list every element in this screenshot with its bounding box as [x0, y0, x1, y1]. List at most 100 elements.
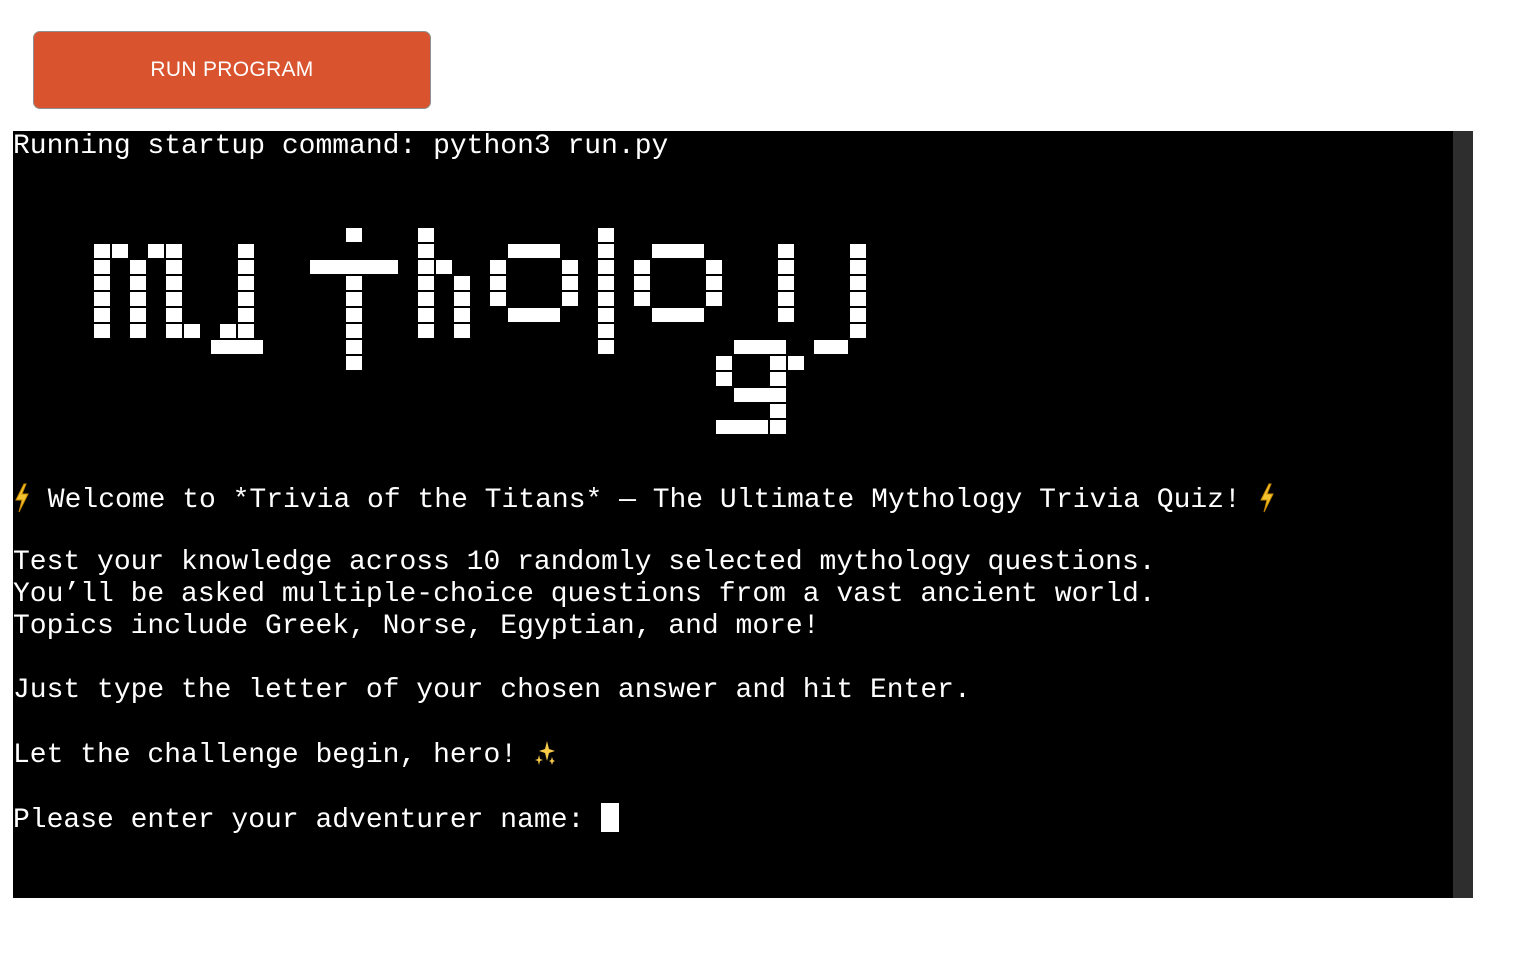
banner-block — [848, 274, 868, 292]
banner-block — [714, 418, 770, 436]
banner-block — [776, 274, 796, 292]
banner-block — [768, 354, 788, 372]
name-prompt-label: Please enter your adventurer name: — [13, 805, 585, 836]
banner-block — [344, 338, 364, 356]
intro-line-2: You’ll be asked multiple-choice question… — [13, 579, 1156, 610]
banner-block — [416, 322, 436, 340]
banner-block — [704, 258, 724, 276]
terminal-window[interactable]: Running startup command: python3 run.py … — [13, 131, 1473, 898]
banner-block — [93, 274, 112, 292]
banner-block — [416, 306, 436, 324]
banner-block — [93, 258, 112, 276]
banner-block — [704, 274, 724, 292]
banner-block — [93, 242, 112, 260]
banner-block — [128, 322, 148, 340]
banner-block — [776, 306, 796, 324]
banner-block — [848, 306, 868, 324]
banner-block — [93, 290, 112, 308]
banner-block — [452, 322, 472, 340]
banner-block — [452, 274, 472, 292]
welcome-line: Welcome to *Trivia of the Titans* — The … — [13, 483, 1276, 516]
welcome-text: Welcome to *Trivia of the Titans* — The … — [31, 485, 1258, 516]
banner-block — [488, 290, 508, 308]
banner-block — [344, 354, 364, 372]
banner-block — [506, 242, 562, 260]
banner-block — [146, 242, 166, 260]
banner-block — [164, 242, 184, 260]
banner-block — [416, 227, 436, 244]
intro-line-1: Test your knowledge across 10 randomly s… — [13, 547, 1156, 578]
banner-block — [209, 338, 265, 356]
run-program-button[interactable]: RUN PROGRAM — [33, 31, 431, 109]
banner-block — [732, 386, 788, 404]
banner-block — [164, 322, 184, 340]
banner-block — [848, 258, 868, 276]
banner-block — [218, 322, 238, 340]
banner-block — [776, 290, 796, 308]
banner-block — [164, 306, 184, 324]
banner-block — [596, 258, 616, 276]
challenge-line: Let the challenge begin, hero! — [13, 739, 556, 771]
banner-block — [182, 322, 202, 340]
banner-block — [732, 338, 788, 356]
banner-block — [596, 290, 616, 308]
banner-block — [768, 418, 788, 436]
banner-block — [128, 274, 148, 292]
banner-block — [344, 290, 364, 308]
mythology-ascii-banner — [93, 227, 868, 436]
banner-block — [128, 290, 148, 308]
banner-block — [488, 258, 508, 276]
banner-block — [416, 242, 436, 260]
banner-block — [704, 290, 724, 308]
startup-command-line: Running startup command: python3 run.py — [13, 131, 669, 162]
banner-block — [164, 258, 184, 276]
banner-block — [236, 242, 256, 260]
banner-block — [164, 290, 184, 308]
lightning-bolt-icon — [15, 483, 29, 513]
banner-block — [632, 290, 652, 308]
banner-block — [596, 322, 616, 340]
banner-block — [786, 354, 806, 372]
banner-block — [596, 306, 616, 324]
banner-block — [776, 258, 796, 276]
banner-block — [596, 242, 616, 260]
challenge-text: Let the challenge begin, hero! — [13, 740, 534, 771]
banner-block — [236, 274, 256, 292]
intro-line-3: Topics include Greek, Norse, Egyptian, a… — [13, 611, 820, 642]
banner-block — [506, 306, 562, 324]
banner-block — [452, 290, 472, 308]
banner-block — [596, 274, 616, 292]
banner-block — [632, 274, 652, 292]
sparkles-icon — [534, 741, 555, 765]
banner-block — [812, 338, 850, 356]
banner-block — [434, 258, 454, 276]
banner-block — [236, 290, 256, 308]
terminal-scrollbar[interactable] — [1453, 131, 1473, 898]
banner-block — [416, 274, 436, 292]
banner-block — [596, 338, 616, 356]
banner-block — [632, 258, 652, 276]
banner-block — [344, 227, 364, 244]
banner-block — [236, 322, 256, 340]
banner-block — [416, 290, 436, 308]
lightning-bolt-icon — [1259, 483, 1274, 513]
banner-block — [848, 322, 868, 340]
name-prompt-line[interactable]: Please enter your adventurer name: — [13, 803, 620, 836]
banner-block — [93, 306, 112, 324]
banner-block — [560, 274, 580, 292]
banner-block — [308, 258, 400, 276]
banner-block — [344, 322, 364, 340]
banner-block — [650, 306, 706, 324]
banner-block — [560, 290, 580, 308]
banner-block — [344, 306, 364, 324]
banner-block — [110, 242, 130, 260]
banner-block — [848, 242, 868, 260]
banner-block — [650, 242, 706, 260]
banner-block — [416, 258, 436, 276]
banner-block — [236, 258, 256, 276]
banner-block — [768, 402, 788, 420]
banner-block — [488, 274, 508, 292]
banner-block — [236, 306, 256, 324]
banner-block — [596, 227, 616, 244]
banner-block — [848, 290, 868, 308]
